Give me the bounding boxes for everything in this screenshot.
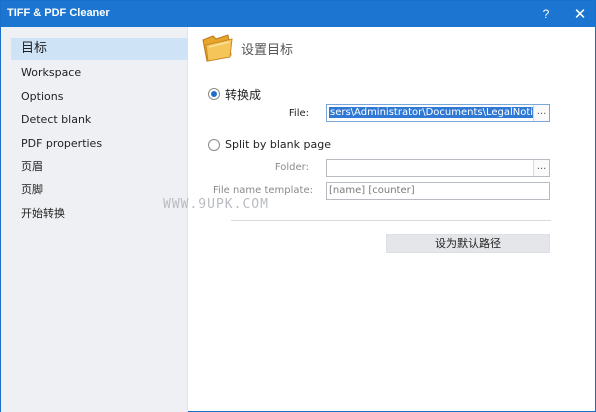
folder-field[interactable]: ... bbox=[326, 159, 550, 177]
convert-radio-label: 转换成 bbox=[225, 88, 262, 102]
sidebar-item-workspace[interactable]: Workspace bbox=[11, 62, 188, 84]
sidebar-item-start-conversion[interactable]: 开始转换 bbox=[11, 203, 188, 225]
sidebar-item-target[interactable]: 目标 bbox=[11, 38, 188, 60]
folder-label: Folder: bbox=[274, 162, 309, 173]
help-button[interactable]: ? bbox=[535, 4, 557, 24]
close-button[interactable]: ✕ bbox=[569, 4, 591, 24]
split-radio-label: Split by blank page bbox=[225, 138, 331, 151]
file-browse-button[interactable]: ... bbox=[533, 105, 549, 121]
folder-icon bbox=[202, 34, 233, 62]
sidebar: 目标 Workspace Options Detect blank PDF pr… bbox=[1, 27, 188, 412]
window-title: TIFF & PDF Cleaner bbox=[7, 7, 110, 19]
sidebar-item-header[interactable]: 页眉 bbox=[11, 156, 188, 178]
app-window: TIFF & PDF Cleaner ? ✕ 目标 Workspace Opti… bbox=[0, 0, 596, 412]
watermark-text: WWW.9UPK.COM bbox=[163, 197, 269, 212]
folder-browse-button[interactable]: ... bbox=[533, 160, 549, 176]
page-title: 设置目标 bbox=[241, 43, 294, 58]
template-label: File name template: bbox=[213, 185, 313, 196]
file-path-field[interactable]: sers\Administrator\Documents\LegalNotice… bbox=[326, 104, 550, 122]
split-radio[interactable] bbox=[208, 139, 220, 151]
file-label: File: bbox=[288, 108, 309, 119]
file-path-value: sers\Administrator\Documents\LegalNotice… bbox=[329, 107, 549, 118]
convert-radio[interactable] bbox=[208, 88, 220, 100]
divider bbox=[231, 220, 551, 221]
file-name-template-field[interactable]: [name] [counter] bbox=[326, 182, 550, 200]
sidebar-item-options[interactable]: Options bbox=[11, 86, 188, 108]
set-default-path-button[interactable]: 设为默认路径 bbox=[386, 234, 550, 253]
sidebar-item-footer[interactable]: 页脚 bbox=[11, 179, 188, 201]
title-bar: TIFF & PDF Cleaner ? ✕ bbox=[1, 1, 595, 27]
sidebar-item-detect-blank[interactable]: Detect blank bbox=[11, 109, 188, 131]
sidebar-item-pdf-properties[interactable]: PDF properties bbox=[11, 133, 188, 155]
template-value: [name] [counter] bbox=[329, 185, 415, 196]
